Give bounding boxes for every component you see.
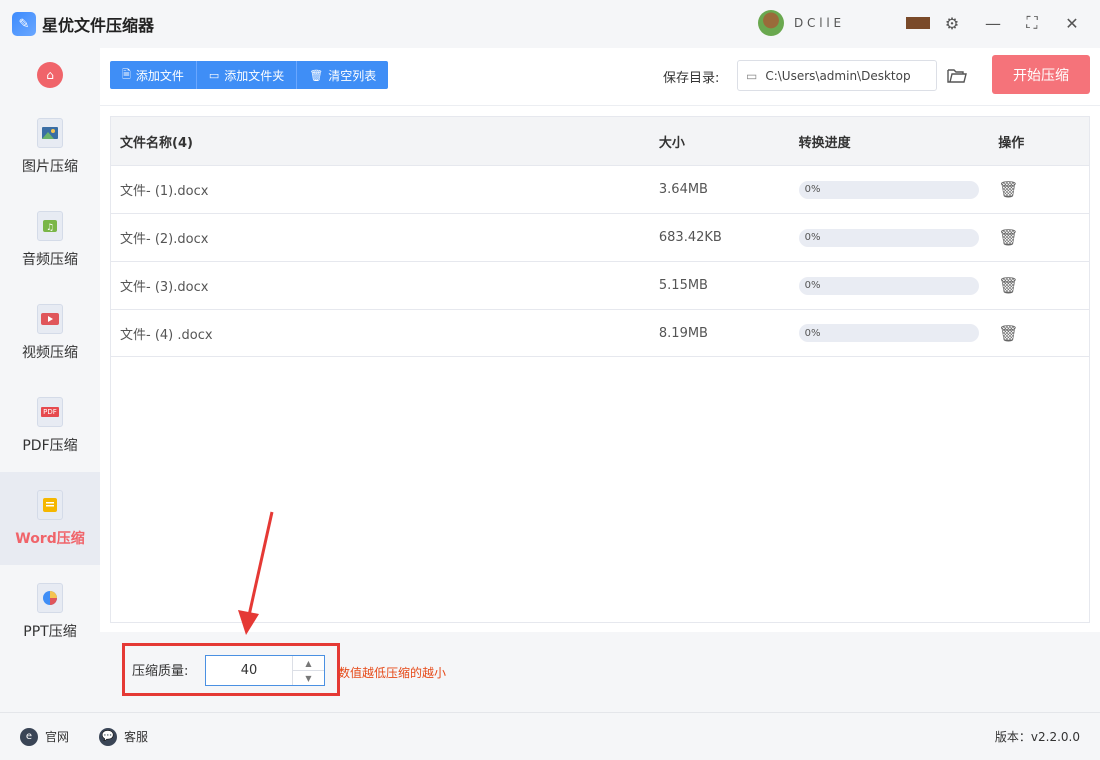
title-bar: ✎ 星优文件压缩器 D C l l E ⚙ — ⛶ ✕ bbox=[0, 0, 1100, 48]
delete-icon[interactable]: 🗑 bbox=[998, 324, 1018, 343]
home-icon[interactable]: ⌂ bbox=[37, 62, 63, 88]
sidebar-item-label: 音频压缩 bbox=[22, 251, 78, 268]
settings-sliders-icon[interactable]: ⚙ bbox=[941, 12, 963, 34]
quality-label: 压缩质量: bbox=[132, 664, 189, 679]
folder-icon: ▭ bbox=[208, 68, 220, 82]
file-toolbar: 🗎 添加文件 ▭ 添加文件夹 🗑 清空列表 bbox=[110, 61, 389, 89]
app-logo-icon: ✎ bbox=[12, 12, 36, 36]
table-row[interactable]: 文件- (3).docx 5.15MB 0% 🗑 bbox=[111, 261, 1089, 309]
sidebar-item-label: PDF压缩 bbox=[22, 437, 78, 454]
start-compress-button[interactable]: 开始压缩 bbox=[992, 55, 1090, 94]
file-name: 文件- (1).docx bbox=[120, 184, 209, 199]
progress-bar: 0% bbox=[798, 180, 979, 199]
sidebar-item-label: Word压缩 bbox=[15, 530, 85, 547]
website-label: 官网 bbox=[45, 730, 70, 744]
file-name: 文件- (4) .docx bbox=[120, 327, 213, 343]
svg-text:♫: ♫ bbox=[46, 223, 54, 232]
col-action-header: 操作 bbox=[998, 135, 1025, 151]
add-file-button[interactable]: 🗎 添加文件 bbox=[110, 61, 197, 89]
save-dir-label: 保存目录: bbox=[663, 71, 720, 86]
version-label: 版本：v2.2.0.0 bbox=[994, 730, 1080, 744]
image-icon bbox=[37, 117, 63, 148]
stepper-buttons: ▲ ▼ bbox=[292, 656, 324, 685]
table-row[interactable]: 文件- (1).docx 3.64MB 0% 🗑 bbox=[111, 165, 1089, 213]
table-header: 文件名称(4) 大小 转换进度 操作 bbox=[111, 117, 1089, 165]
annotation-arrow bbox=[238, 511, 274, 635]
file-name: 文件- (3).docx bbox=[120, 280, 209, 295]
footer: e 官网 💬 客服 版本：v2.2.0.0 bbox=[0, 712, 1100, 760]
progress-bar: 0% bbox=[798, 228, 979, 247]
maximize-icon[interactable]: ⛶ bbox=[1021, 12, 1043, 34]
quality-highlight-box: 压缩质量: 40 ▲ ▼ bbox=[122, 643, 340, 696]
add-folder-label: 添加文件夹 bbox=[224, 68, 285, 83]
user-name: D C l l E bbox=[794, 16, 842, 30]
table-row[interactable]: 文件- (4) .docx 8.19MB 0% 🗑 bbox=[111, 309, 1089, 357]
delete-icon[interactable]: 🗑 bbox=[998, 276, 1018, 295]
sidebar-item-audio[interactable]: ♫ 音频压缩 bbox=[0, 193, 100, 286]
file-size: 683.42KB bbox=[658, 230, 722, 245]
sidebar-item-ppt[interactable]: PPT压缩 bbox=[0, 565, 100, 658]
website-link[interactable]: e 官网 bbox=[20, 727, 70, 746]
progress-bar: 0% bbox=[798, 324, 979, 342]
quality-hint: 数值越低压缩的越小 bbox=[338, 666, 447, 680]
delete-icon[interactable]: 🗑 bbox=[998, 180, 1018, 199]
quality-stepper[interactable]: 40 ▲ ▼ bbox=[205, 655, 325, 686]
avatar[interactable] bbox=[758, 10, 784, 36]
open-folder-icon[interactable] bbox=[946, 64, 968, 86]
quality-value[interactable]: 40 bbox=[206, 663, 292, 678]
file-icon: 🗎 bbox=[122, 67, 131, 81]
support-link[interactable]: 💬 客服 bbox=[99, 727, 149, 746]
file-size: 5.15MB bbox=[658, 278, 708, 293]
col-name-header: 文件名称(4) bbox=[120, 135, 193, 151]
add-file-label: 添加文件 bbox=[135, 68, 184, 83]
ppt-icon bbox=[37, 582, 63, 613]
delete-icon[interactable]: 🗑 bbox=[998, 228, 1018, 247]
browser-icon: e bbox=[20, 727, 38, 746]
close-icon[interactable]: ✕ bbox=[1061, 12, 1083, 34]
sidebar-item-pdf[interactable]: PDF PDF压缩 bbox=[0, 379, 100, 472]
add-folder-button[interactable]: ▭ 添加文件夹 bbox=[197, 61, 298, 89]
save-dir-path: C:\Users\admin\Desktop bbox=[765, 68, 911, 83]
table-row[interactable]: 文件- (2).docx 683.42KB 0% 🗑 bbox=[111, 213, 1089, 261]
pdf-icon: PDF bbox=[37, 396, 63, 427]
support-label: 客服 bbox=[124, 730, 149, 744]
chevron-down-icon[interactable]: ▼ bbox=[293, 670, 324, 685]
sidebar-item-word[interactable]: Word压缩 bbox=[0, 472, 100, 565]
file-name: 文件- (2).docx bbox=[120, 232, 209, 247]
sidebar-item-image[interactable]: 图片压缩 bbox=[0, 100, 100, 193]
file-size: 3.64MB bbox=[658, 182, 708, 197]
chevron-up-icon[interactable]: ▲ bbox=[293, 656, 324, 670]
sidebar: ⌂ 图片压缩 ♫ 音频压缩 视频压缩 PDF PDF压缩 Word压缩 PPT压… bbox=[0, 48, 100, 712]
sidebar-item-label: PPT压缩 bbox=[23, 623, 77, 640]
sidebar-item-label: 图片压缩 bbox=[22, 158, 78, 175]
chat-icon: 💬 bbox=[99, 727, 118, 746]
clear-list-label: 清空列表 bbox=[328, 68, 377, 83]
audio-icon: ♫ bbox=[37, 210, 63, 241]
clear-list-button[interactable]: 🗑 清空列表 bbox=[297, 61, 388, 89]
sidebar-item-video[interactable]: 视频压缩 bbox=[0, 286, 100, 379]
col-progress-header: 转换进度 bbox=[798, 135, 851, 151]
folder-icon: ▭ bbox=[746, 68, 758, 83]
sidebar-item-label: 视频压缩 bbox=[22, 344, 78, 361]
app-title: 星优文件压缩器 bbox=[42, 16, 155, 35]
video-icon bbox=[37, 303, 63, 334]
save-dir-input[interactable]: ▭ C:\Users\admin\Desktop bbox=[737, 60, 937, 91]
minimize-icon[interactable]: — bbox=[982, 12, 1004, 34]
trash-icon: 🗑 bbox=[309, 68, 324, 82]
vip-badge-icon bbox=[906, 17, 930, 29]
progress-bar: 0% bbox=[798, 276, 979, 295]
quality-panel: 压缩质量: 40 ▲ ▼ 数值越低压缩的越小 bbox=[100, 632, 1100, 712]
user-area[interactable]: D C l l E bbox=[758, 10, 930, 36]
file-size: 8.19MB bbox=[658, 325, 708, 341]
col-size-header: 大小 bbox=[658, 135, 685, 151]
word-icon bbox=[37, 489, 63, 520]
divider bbox=[100, 105, 1100, 106]
